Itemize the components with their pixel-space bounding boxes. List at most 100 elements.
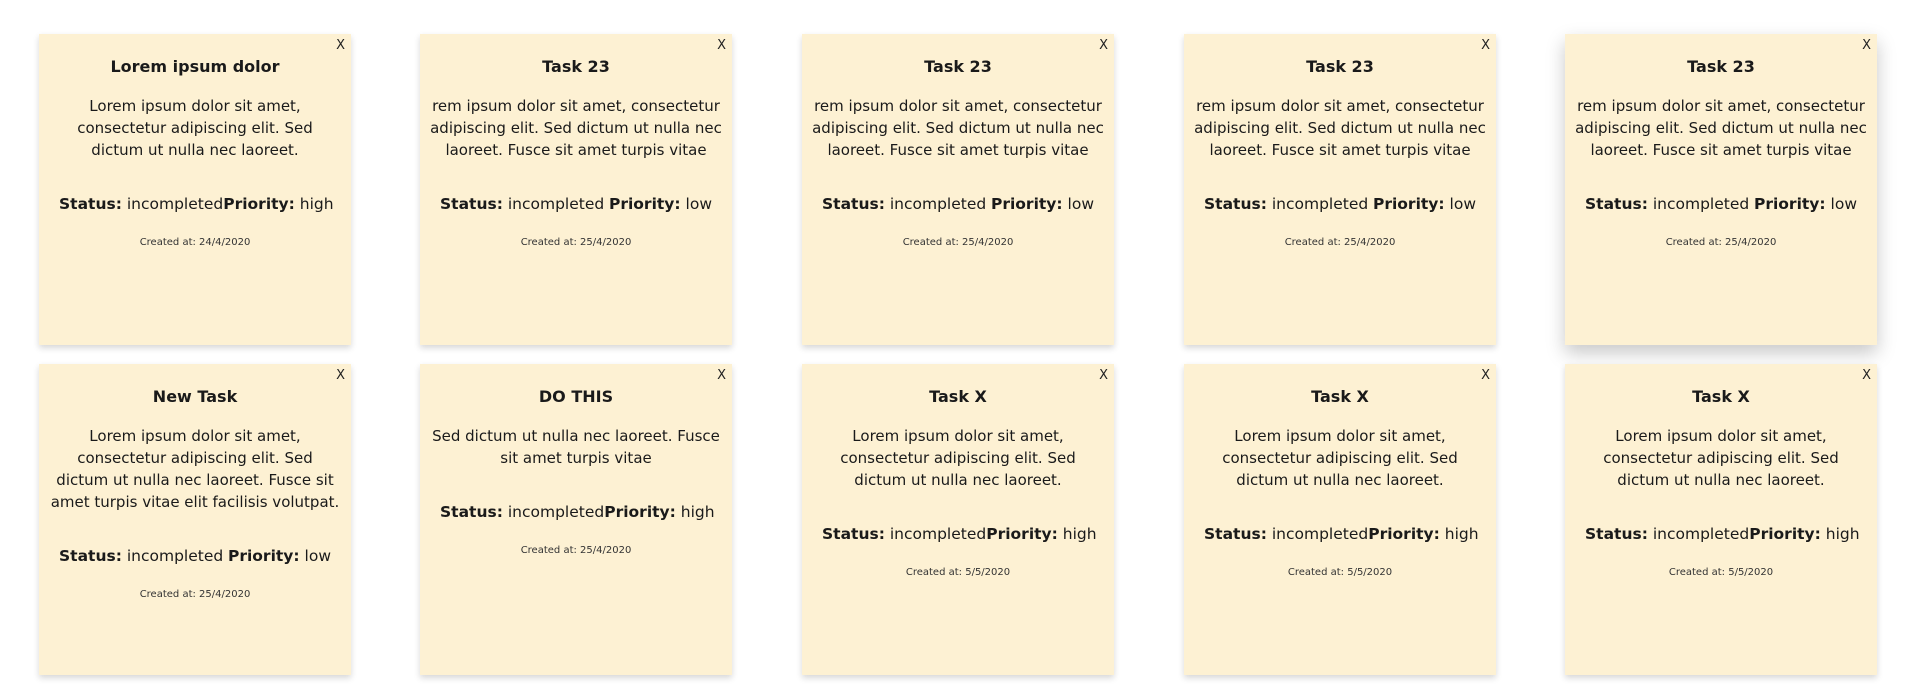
task-note[interactable]: X Task 23 rem ipsum dolor sit amet, cons… — [802, 34, 1114, 345]
close-note-button[interactable]: X — [717, 369, 726, 383]
priority-label: Priority: — [227, 547, 300, 565]
status-value: incompleted — [507, 503, 605, 521]
note-meta: Status: incompleted Priority: low — [1193, 193, 1487, 215]
status-field: Status: incompleted — [1204, 523, 1368, 545]
priority-value: low — [304, 547, 331, 565]
priority-label: Priority: — [608, 195, 681, 213]
priority-label: Priority: — [1372, 195, 1445, 213]
created-date: Created at: 25/4/2020 — [520, 237, 632, 248]
status-value: incompleted — [1652, 525, 1750, 543]
created-date: Created at: 5/5/2020 — [1668, 567, 1774, 578]
priority-value: high — [299, 195, 334, 213]
status-value: incompleted — [507, 195, 605, 213]
priority-field: Priority: high — [223, 193, 333, 215]
note-description: Lorem ipsum dolor sit amet, consectetur … — [50, 427, 340, 511]
status-label: Status: — [1204, 525, 1267, 543]
created-date: Created at: 25/4/2020 — [902, 237, 1014, 248]
note-meta: Status: incompleted Priority: low — [811, 193, 1105, 215]
status-value: incompleted — [889, 195, 987, 213]
status-value: incompleted — [126, 195, 224, 213]
close-note-button[interactable]: X — [1862, 39, 1871, 53]
status-field: Status: incompleted — [822, 523, 986, 545]
priority-value: low — [1449, 195, 1476, 213]
status-label: Status: — [822, 195, 885, 213]
status-field: Status: incompleted — [1585, 523, 1749, 545]
priority-label: Priority: — [1368, 525, 1440, 543]
priority-field: Priority: high — [1749, 523, 1859, 545]
status-label: Status: — [440, 195, 503, 213]
status-field: Status: incompleted — [1204, 193, 1368, 215]
priority-value: high — [1825, 525, 1860, 543]
note-title: Task X — [1692, 387, 1750, 406]
note-meta: Status: incompleted Priority: high — [1193, 523, 1487, 545]
note-title: Task 23 — [1687, 57, 1755, 76]
status-value: incompleted — [126, 547, 224, 565]
task-note[interactable]: X Task 23 rem ipsum dolor sit amet, cons… — [420, 34, 732, 345]
note-description: Lorem ipsum dolor sit amet, consectetur … — [840, 427, 1076, 489]
status-label: Status: — [59, 547, 122, 565]
note-description: rem ipsum dolor sit amet, consectetur ad… — [1575, 97, 1867, 159]
note-title: New Task — [152, 387, 238, 406]
status-label: Status: — [59, 195, 122, 213]
note-title: Task X — [1311, 387, 1369, 406]
note-meta: Status: incompleted Priority: low — [48, 545, 342, 567]
close-note-button[interactable]: X — [1099, 39, 1108, 53]
note-meta: Status: incompleted Priority: low — [1574, 193, 1868, 215]
note-meta: Status: incompleted Priority: high — [1574, 523, 1868, 545]
priority-value: high — [1444, 525, 1479, 543]
note-description: rem ipsum dolor sit amet, consectetur ad… — [430, 97, 722, 159]
status-field: Status: incompleted — [59, 193, 223, 215]
created-date: Created at: 5/5/2020 — [905, 567, 1011, 578]
note-description: rem ipsum dolor sit amet, consectetur ad… — [1194, 97, 1486, 159]
close-note-button[interactable]: X — [1481, 369, 1490, 383]
note-title: Task 23 — [1306, 57, 1374, 76]
close-note-button[interactable]: X — [717, 39, 726, 53]
priority-label: Priority: — [223, 195, 295, 213]
created-date: Created at: 24/4/2020 — [139, 237, 251, 248]
close-note-button[interactable]: X — [1099, 369, 1108, 383]
status-label: Status: — [440, 503, 503, 521]
priority-value: high — [1062, 525, 1097, 543]
note-title: Lorem ipsum dolor — [110, 57, 280, 76]
priority-label: Priority: — [604, 503, 676, 521]
task-note[interactable]: X Task X Lorem ipsum dolor sit amet, con… — [802, 364, 1114, 675]
priority-value: low — [685, 195, 712, 213]
task-note[interactable]: X Task X Lorem ipsum dolor sit amet, con… — [1565, 364, 1877, 675]
note-description: rem ipsum dolor sit amet, consectetur ad… — [812, 97, 1104, 159]
note-description: Sed dictum ut nulla nec laoreet. Fusce s… — [432, 427, 720, 467]
close-note-button[interactable]: X — [336, 39, 345, 53]
created-date: Created at: 5/5/2020 — [1287, 567, 1393, 578]
task-note[interactable]: X Task X Lorem ipsum dolor sit amet, con… — [1184, 364, 1496, 675]
note-description: Lorem ipsum dolor sit amet, consectetur … — [1222, 427, 1458, 489]
status-field: Status: incompleted — [1585, 193, 1749, 215]
priority-value: low — [1067, 195, 1094, 213]
status-field: Status: incompleted — [822, 193, 986, 215]
task-note[interactable]: X New Task Lorem ipsum dolor sit amet, c… — [39, 364, 351, 675]
task-note[interactable]: X Task 23 rem ipsum dolor sit amet, cons… — [1565, 34, 1877, 345]
priority-field: Priority: low — [1373, 193, 1476, 215]
close-note-button[interactable]: X — [1481, 39, 1490, 53]
status-value: incompleted — [1652, 195, 1750, 213]
task-note[interactable]: X Lorem ipsum dolor Lorem ipsum dolor si… — [39, 34, 351, 345]
priority-field: Priority: low — [609, 193, 712, 215]
priority-label: Priority: — [990, 195, 1063, 213]
status-field: Status: incompleted — [59, 545, 223, 567]
status-value: incompleted — [1271, 525, 1369, 543]
note-title: Task X — [929, 387, 987, 406]
note-title: DO THIS — [538, 387, 614, 406]
note-meta: Status: incompleted Priority: low — [429, 193, 723, 215]
status-label: Status: — [822, 525, 885, 543]
status-label: Status: — [1585, 195, 1648, 213]
status-field: Status: incompleted — [440, 501, 604, 523]
task-note[interactable]: X Task 23 rem ipsum dolor sit amet, cons… — [1184, 34, 1496, 345]
priority-field: Priority: low — [991, 193, 1094, 215]
task-note[interactable]: X DO THIS Sed dictum ut nulla nec laoree… — [420, 364, 732, 675]
note-meta: Status: incompleted Priority: high — [811, 523, 1105, 545]
close-note-button[interactable]: X — [1862, 369, 1871, 383]
close-note-button[interactable]: X — [336, 369, 345, 383]
created-date: Created at: 25/4/2020 — [1284, 237, 1396, 248]
priority-label: Priority: — [986, 525, 1058, 543]
notes-board: X Lorem ipsum dolor Lorem ipsum dolor si… — [0, 0, 1917, 689]
priority-label: Priority: — [1749, 525, 1821, 543]
priority-field: Priority: high — [986, 523, 1096, 545]
